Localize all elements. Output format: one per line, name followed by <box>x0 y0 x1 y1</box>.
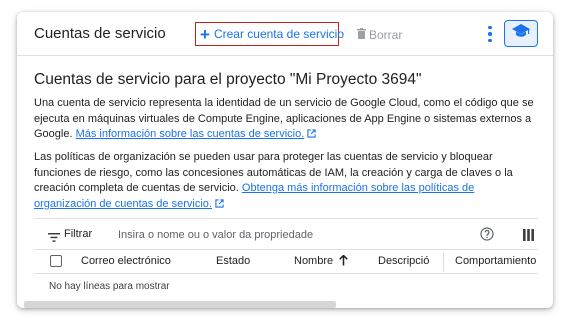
create-service-account-button[interactable]: + Crear cuenta de servicio <box>195 22 344 46</box>
filter-input[interactable] <box>118 226 448 244</box>
trash-icon <box>357 26 366 44</box>
filter-bar: Filtrar <box>34 218 538 250</box>
plus-icon: + <box>200 24 210 44</box>
column-display-icon[interactable] <box>523 228 534 246</box>
column-divider[interactable] <box>443 253 444 271</box>
service-accounts-panel: Cuentas de servicio + Crear cuenta de se… <box>17 12 553 308</box>
page-title: Cuentas de servicio <box>34 25 166 42</box>
column-header-name[interactable]: Nombre <box>294 254 348 269</box>
help-icon[interactable] <box>480 227 494 246</box>
filter-label: Filtrar <box>64 228 93 240</box>
horizontal-scrollbar[interactable] <box>24 301 336 308</box>
empty-table-message: No hay líneas para mostrar <box>49 281 170 292</box>
open-in-new-icon <box>307 128 316 144</box>
create-service-account-label: Crear cuenta de servicio <box>213 27 344 41</box>
delete-label: Borrar <box>369 28 403 42</box>
open-in-new-icon <box>215 198 224 214</box>
arrow-upward-icon <box>339 254 348 269</box>
column-header-behavior[interactable]: Comportamiento <box>455 255 536 267</box>
more-vert-icon[interactable] <box>485 23 495 45</box>
column-header-description[interactable]: Descripció <box>378 255 441 267</box>
table-header: Correo electrónico Estado Nombre Descrip… <box>34 250 538 274</box>
toolbar: Cuentas de servicio + Crear cuenta de se… <box>17 12 553 56</box>
service-accounts-info-link[interactable]: Más información sobre las cuentas de ser… <box>76 128 305 140</box>
section-heading: Cuentas de servicio para el proyecto "Mi… <box>34 71 422 88</box>
learn-button[interactable] <box>504 20 538 47</box>
column-header-email[interactable]: Correo electrónico <box>81 255 171 267</box>
select-all-checkbox[interactable] <box>50 255 62 267</box>
policies-paragraph: Las políticas de organización se pueden … <box>34 150 539 213</box>
intro-paragraph: Una cuenta de servicio representa la ide… <box>34 96 539 144</box>
delete-button[interactable]: Borrar <box>357 26 402 44</box>
column-header-name-label: Nombre <box>294 255 334 267</box>
column-header-status[interactable]: Estado <box>216 255 250 267</box>
filter-list-icon[interactable] <box>48 229 60 247</box>
school-icon <box>512 24 530 43</box>
